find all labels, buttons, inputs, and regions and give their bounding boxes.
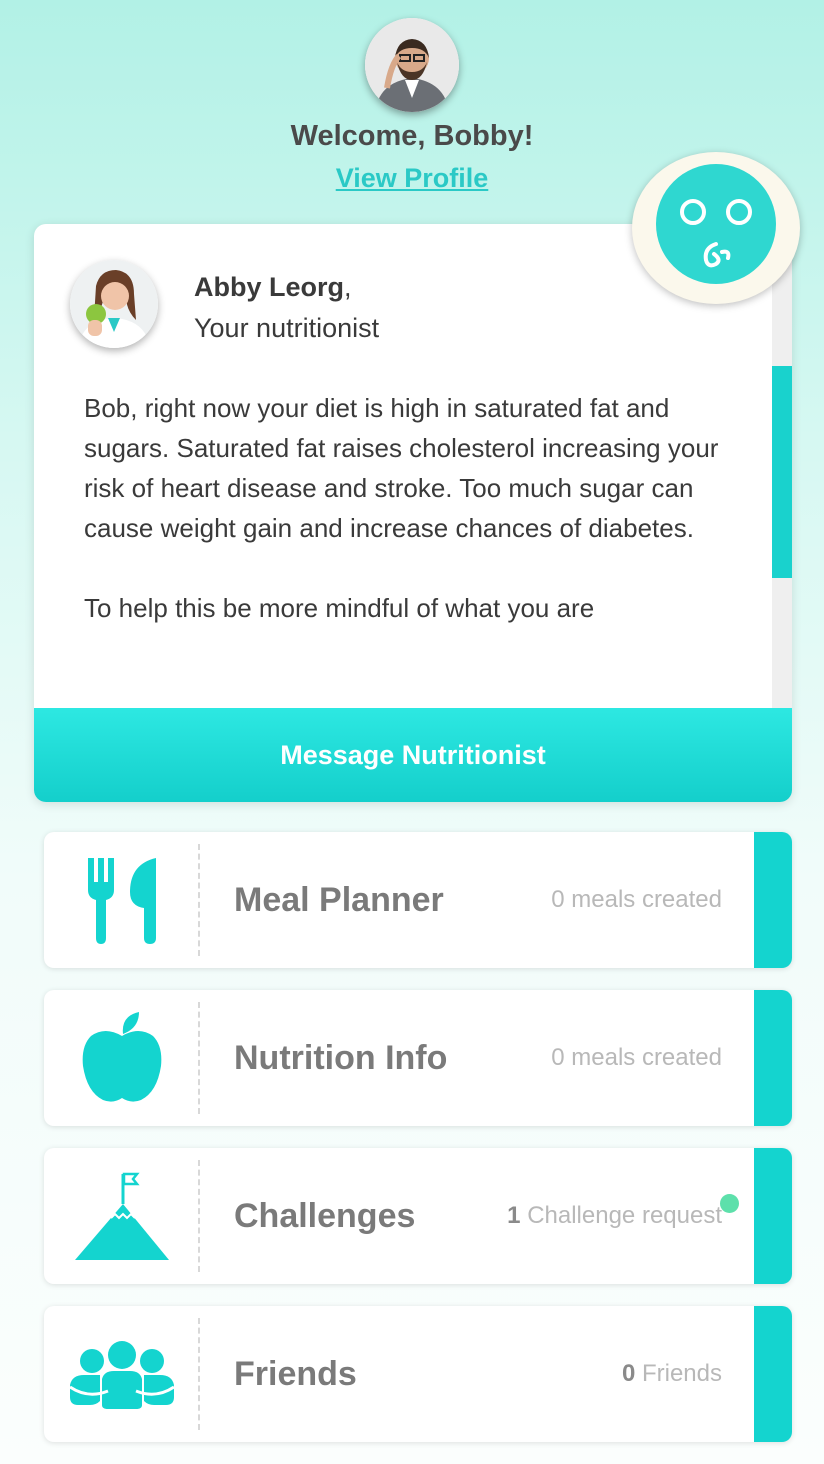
tile-divider xyxy=(198,1318,200,1430)
tile-divider xyxy=(198,844,200,956)
tile-divider xyxy=(198,1160,200,1272)
tile-divider xyxy=(198,1002,200,1114)
mascot-button[interactable] xyxy=(632,152,800,304)
tile-status: 0 meals created xyxy=(551,1044,722,1071)
nutritionist-photo xyxy=(70,260,158,348)
nutritionist-name: Abby Leorg xyxy=(194,272,345,302)
tile-accent xyxy=(754,832,792,968)
friends-tile[interactable]: Friends 0 Friends xyxy=(44,1306,792,1442)
tile-status: 0 Friends xyxy=(621,1360,722,1387)
message-paragraph: To help this be more mindful of what you… xyxy=(84,593,595,623)
tile-accent xyxy=(754,1148,792,1284)
message-scrollbar-thumb[interactable] xyxy=(772,366,792,578)
nutrition-info-tile[interactable]: Nutrition Info 0 meals created xyxy=(44,990,792,1126)
message-paragraph: Bob, right now your diet is high in satu… xyxy=(84,393,719,543)
meal-planner-tile[interactable]: Meal Planner 0 meals created xyxy=(44,832,792,968)
nutritionist-name-comma: , xyxy=(344,272,352,302)
nutritionist-role: Your nutritionist xyxy=(194,313,380,343)
user-photo xyxy=(365,18,459,112)
fork-knife-icon xyxy=(44,832,199,968)
welcome-heading: Welcome, Bobby! xyxy=(290,120,534,152)
tile-title: Friends xyxy=(234,1355,357,1393)
nutritionist-message: Bob, right now your diet is high in satu… xyxy=(84,388,754,668)
people-group-icon xyxy=(44,1306,199,1442)
tile-title: Challenges xyxy=(234,1197,416,1235)
message-nutritionist-button[interactable]: Message Nutritionist xyxy=(34,708,792,802)
mascot-face-icon xyxy=(656,164,776,284)
tile-status: 0 meals created xyxy=(551,886,722,913)
tile-accent xyxy=(754,990,792,1126)
notification-dot xyxy=(720,1194,739,1213)
tile-title: Nutrition Info xyxy=(234,1039,448,1077)
tile-accent xyxy=(754,1306,792,1442)
tile-status: 1 Challenge request xyxy=(507,1202,722,1229)
nutritionist-avatar[interactable] xyxy=(70,260,158,348)
tile-title: Meal Planner xyxy=(234,881,444,919)
nutritionist-name-line: Abby Leorg, xyxy=(194,272,352,303)
mountain-flag-icon xyxy=(44,1148,199,1284)
nutritionist-card: Abby Leorg, Your nutritionist Bob, right… xyxy=(34,224,792,802)
challenges-tile[interactable]: Challenges 1 Challenge request xyxy=(44,1148,792,1284)
apple-icon xyxy=(44,990,199,1126)
user-avatar[interactable] xyxy=(365,18,459,112)
